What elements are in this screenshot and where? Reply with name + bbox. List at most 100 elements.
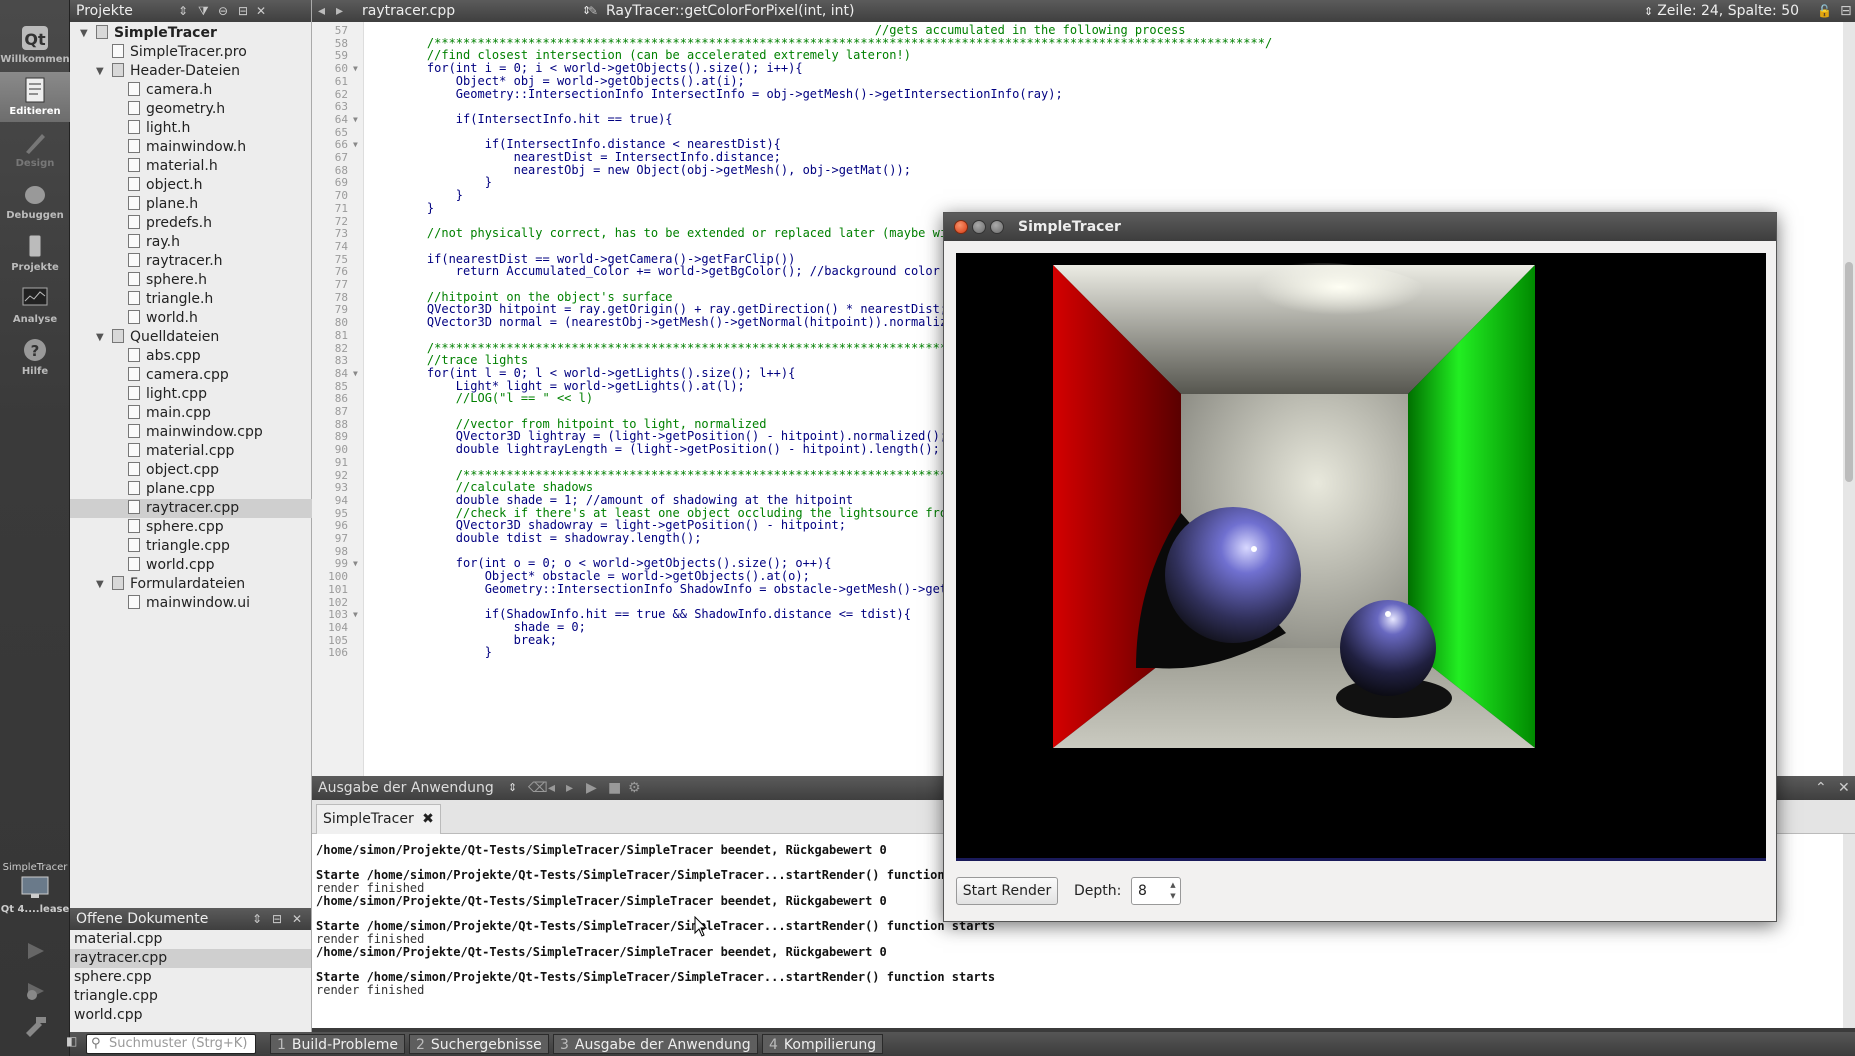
tree-item[interactable]: material.cpp bbox=[128, 442, 234, 461]
nav-forward-icon[interactable]: ▸ bbox=[336, 0, 343, 22]
mode-hilfe[interactable]: ? Hilfe bbox=[0, 332, 70, 382]
output-pane-tab-3[interactable]: 3 Ausgabe der Anwendung bbox=[553, 1034, 758, 1054]
toggle-sidebar-icon[interactable]: ◧ bbox=[66, 1034, 77, 1048]
tree-item[interactable]: plane.cpp bbox=[128, 480, 215, 499]
tree-item[interactable]: mainwindow.cpp bbox=[128, 423, 263, 442]
mode-editieren[interactable]: Editieren bbox=[0, 72, 70, 122]
tree-item[interactable]: object.h bbox=[128, 176, 202, 195]
tree-item[interactable]: ▼ SimpleTracer bbox=[80, 24, 217, 43]
editor-scrollbar[interactable] bbox=[1843, 22, 1855, 776]
tree-item[interactable]: material.h bbox=[128, 157, 218, 176]
tree-item[interactable]: camera.h bbox=[128, 81, 212, 100]
tree-item[interactable]: camera.cpp bbox=[128, 366, 229, 385]
tree-item[interactable]: mainwindow.ui bbox=[128, 594, 250, 613]
attach-icon[interactable]: ⚙ bbox=[628, 776, 641, 800]
tree-item[interactable]: main.cpp bbox=[128, 404, 211, 423]
file-icon bbox=[128, 120, 140, 134]
file-selector[interactable]: raytracer.cpp ⇕ bbox=[362, 0, 602, 22]
dropdown-arrow-icon[interactable]: ⇕ bbox=[252, 908, 262, 930]
spin-arrows-icon[interactable]: ▲ ▼ bbox=[1168, 880, 1178, 902]
tree-item[interactable]: mainwindow.h bbox=[128, 138, 246, 157]
output-pane-tab-4[interactable]: 4 Kompilierung bbox=[762, 1034, 884, 1054]
tree-item[interactable]: ▼ Header-Dateien bbox=[96, 62, 240, 81]
prev-icon[interactable]: ◂ bbox=[548, 776, 555, 800]
close-button[interactable] bbox=[954, 220, 968, 234]
close-icon[interactable]: ✕ bbox=[292, 908, 302, 930]
open-document-item[interactable]: world.cpp bbox=[70, 1006, 311, 1025]
stop-icon[interactable]: ■ bbox=[608, 776, 621, 800]
expand-arrow-icon[interactable]: ▼ bbox=[96, 328, 104, 347]
open-document-item[interactable]: material.cpp bbox=[70, 930, 311, 949]
depth-spinbox[interactable]: 8 ▲ ▼ bbox=[1131, 877, 1181, 905]
tree-item[interactable]: ▼ Formulardateien bbox=[96, 575, 245, 594]
function-selector[interactable]: RayTracer::getColorForPixel(int, int) bbox=[606, 0, 855, 22]
tree-item[interactable]: light.cpp bbox=[128, 385, 207, 404]
scrollbar-thumb[interactable] bbox=[1845, 262, 1853, 482]
expand-arrow-icon[interactable]: ▼ bbox=[96, 575, 104, 594]
tree-item[interactable]: predefs.h bbox=[128, 214, 212, 233]
dropdown-arrow-icon[interactable]: ⇕ bbox=[508, 776, 517, 800]
tree-item[interactable]: SimpleTracer.pro bbox=[112, 43, 247, 62]
mode-projekte[interactable]: Projekte bbox=[0, 228, 70, 278]
clear-icon[interactable]: ⌫ bbox=[528, 776, 548, 800]
split-icon[interactable]: ⊟ bbox=[272, 908, 282, 930]
kit-selector[interactable]: SimpleTracer Qt 4....lease bbox=[0, 862, 70, 915]
close-icon[interactable]: ✕ bbox=[256, 0, 266, 22]
editor-toolbar: ◂ ▸ raytracer.cpp ⇕ ✎ RayTracer::getColor… bbox=[312, 0, 1855, 22]
tree-item[interactable]: ray.h bbox=[128, 233, 180, 252]
nav-back-icon[interactable]: ◂ bbox=[318, 0, 325, 22]
expand-arrow-icon[interactable]: ▼ bbox=[96, 62, 104, 81]
open-document-item[interactable]: triangle.cpp bbox=[70, 987, 311, 1006]
tree-item-label: sphere.h bbox=[146, 272, 208, 288]
mode-design[interactable]: Design bbox=[0, 124, 70, 174]
tree-item-label: main.cpp bbox=[146, 405, 211, 421]
mode-analyse[interactable]: Analyse bbox=[0, 280, 70, 330]
file-icon bbox=[112, 44, 124, 58]
output-pane-tab-2[interactable]: 2 Suchergebnisse bbox=[409, 1034, 549, 1054]
tree-item[interactable]: object.cpp bbox=[128, 461, 219, 480]
output-tab-simpletracer[interactable]: SimpleTracer ✖ bbox=[316, 804, 441, 834]
file-icon bbox=[128, 443, 140, 457]
tree-item[interactable]: world.cpp bbox=[128, 556, 214, 575]
tree-item[interactable]: sphere.h bbox=[128, 271, 207, 290]
tree-item[interactable]: geometry.h bbox=[128, 100, 225, 119]
open-document-item[interactable]: sphere.cpp bbox=[70, 968, 311, 987]
file-icon bbox=[128, 367, 140, 381]
tree-item[interactable]: raytracer.cpp bbox=[128, 499, 239, 518]
build-button[interactable] bbox=[22, 1015, 48, 1041]
close-icon[interactable]: ✖ bbox=[422, 811, 434, 827]
next-icon[interactable]: ▸ bbox=[566, 776, 573, 800]
tree-item[interactable]: sphere.cpp bbox=[128, 518, 224, 537]
open-document-item[interactable]: raytracer.cpp bbox=[70, 949, 311, 968]
minimize-button[interactable] bbox=[972, 220, 986, 234]
tree-item-label: mainwindow.h bbox=[146, 139, 247, 155]
tree-item[interactable]: world.h bbox=[128, 309, 198, 328]
dropdown-arrow-icon[interactable]: ⇕ bbox=[178, 0, 188, 22]
locator-search-input[interactable]: ⚲ Suchmuster (Strg+K) bbox=[86, 1034, 256, 1054]
mode-willkommen[interactable]: Qt Willkommen bbox=[0, 20, 70, 70]
split-icon[interactable]: ⊟ bbox=[238, 0, 248, 22]
window-titlebar[interactable]: SimpleTracer bbox=[944, 213, 1776, 241]
maximize-button[interactable] bbox=[990, 220, 1004, 234]
output-scrollbar[interactable] bbox=[1843, 834, 1855, 1028]
mode-debuggen[interactable]: Debuggen bbox=[0, 176, 70, 226]
filter-icon[interactable]: ⧩ bbox=[198, 0, 209, 22]
tree-item[interactable]: triangle.h bbox=[128, 290, 213, 309]
tree-item[interactable]: ▼ Quelldateien bbox=[96, 328, 219, 347]
run-button[interactable] bbox=[22, 940, 48, 966]
tree-item[interactable]: abs.cpp bbox=[128, 347, 201, 366]
split-icon[interactable]: ⊟ bbox=[1840, 0, 1852, 22]
start-render-button[interactable]: Start Render bbox=[956, 877, 1058, 905]
tree-item[interactable]: light.h bbox=[128, 119, 190, 138]
tree-item[interactable]: plane.h bbox=[128, 195, 198, 214]
output-pane-tab-1[interactable]: 1 Build-Probleme bbox=[270, 1034, 405, 1054]
tree-item-label: raytracer.h bbox=[146, 253, 223, 269]
maximize-icon[interactable]: ⌃ bbox=[1815, 776, 1827, 800]
debug-run-button[interactable] bbox=[22, 980, 48, 1006]
expand-arrow-icon[interactable]: ▼ bbox=[80, 24, 88, 43]
tree-item[interactable]: triangle.cpp bbox=[128, 537, 230, 556]
close-icon[interactable]: ✕ bbox=[1838, 776, 1850, 800]
run-icon[interactable]: ▶ bbox=[586, 776, 597, 800]
link-icon[interactable]: ⊖ bbox=[218, 0, 228, 22]
tree-item[interactable]: raytracer.h bbox=[128, 252, 223, 271]
